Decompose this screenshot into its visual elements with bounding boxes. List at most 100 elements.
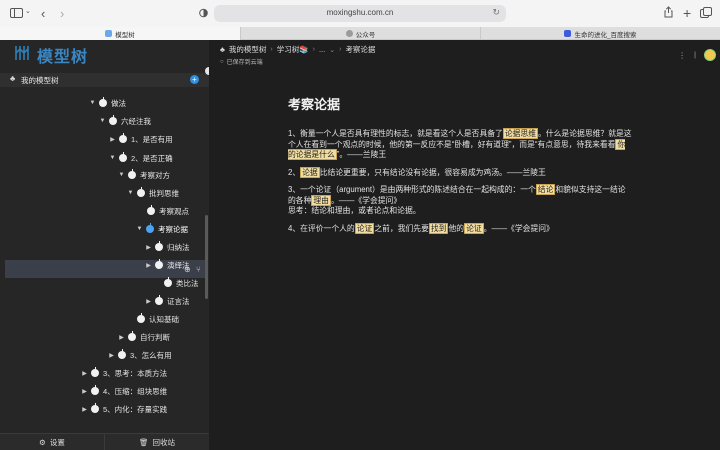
paragraph-text: 1、衡量一个人是否具有理性的标志，就是看这个人是否具备了 — [288, 129, 503, 138]
branch-icon[interactable]: ⑂ — [196, 265, 201, 274]
sidebar-scrollbar[interactable] — [205, 215, 208, 299]
paragraph[interactable]: 4、在评价一个人的 论证 之前，我们先要 找到 他的 论证 。——《学会提问》 — [288, 222, 633, 235]
tab-overview-icon[interactable] — [700, 7, 712, 18]
node-bullet-icon[interactable] — [119, 152, 127, 162]
privacy-shield-icon[interactable] — [199, 8, 208, 18]
node-bullet-icon[interactable] — [109, 115, 117, 125]
tab-moxingshu[interactable]: 模型树 — [0, 27, 240, 40]
paragraph-text: 思考：结论和理由，或者论点和论据。 — [288, 206, 421, 215]
sidebar-toggle-icon[interactable] — [9, 7, 23, 19]
node-bullet-icon[interactable] — [119, 133, 127, 143]
caret-down-icon[interactable]: ▼ — [99, 118, 106, 124]
paragraph[interactable]: 2、 论据 比结论更重要，只有结论没有论据，很容易成为鸡汤。——兰陵王 — [288, 166, 633, 179]
breadcrumb-item-root[interactable]: 我的模型树 — [229, 44, 267, 55]
caret-right-icon[interactable]: ▶ — [145, 298, 152, 305]
node-bullet-icon[interactable] — [146, 223, 154, 233]
caret-right-icon[interactable]: ▶ — [81, 370, 88, 377]
tree-node[interactable]: ▶ 演绎法 — [145, 256, 190, 274]
save-status: ○ 已保存到云端 — [220, 57, 263, 67]
caret-right-icon[interactable]: ▶ — [145, 244, 152, 251]
highlighted-keyword: 论证 — [354, 222, 375, 234]
node-bullet-icon[interactable] — [147, 205, 155, 215]
sidebar: 模型树 ♣ 我的模型树 + ⊕ ⑂ ▼ 做法 ▼ 六经注我 ▶ 1、是否有用 ▼ 2、是否正确… — [0, 40, 209, 450]
tab-label: 公众号 — [355, 31, 376, 39]
caret-right-icon[interactable]: ▶ — [118, 334, 125, 341]
node-bullet-icon[interactable] — [155, 241, 163, 251]
tree-node[interactable]: ▼ 六经注我 — [99, 112, 151, 130]
caret-down-icon[interactable]: ▼ — [109, 155, 116, 161]
tree-node[interactable]: ▶ 自行判断 — [118, 328, 170, 346]
tree-node[interactable]: ▶ 证言法 — [145, 292, 190, 310]
node-bullet-icon[interactable] — [99, 97, 107, 107]
app-logo[interactable]: 模型树 — [13, 43, 88, 67]
cloud-save-icon: ○ — [220, 58, 224, 65]
caret-right-icon[interactable]: ▶ — [81, 406, 88, 413]
paragraph[interactable]: 3、一个论证（argument）是由两种形式的陈述结合在一起构成的：一个 结论 和貌… — [288, 184, 633, 217]
node-bullet-icon[interactable] — [137, 187, 145, 197]
breadcrumb-item-ellipsis[interactable]: ... — [319, 45, 325, 54]
tree-node[interactable]: ▼ 考察论据 — [136, 220, 188, 238]
tab-gongzhonghao[interactable]: 公众号 — [240, 27, 480, 40]
node-bullet-icon[interactable] — [91, 403, 99, 413]
node-bullet-icon[interactable] — [128, 331, 136, 341]
tree-node[interactable]: 类比法 — [154, 274, 199, 292]
node-bullet-icon[interactable] — [91, 385, 99, 395]
chevron-down-icon[interactable]: ⌄ — [25, 8, 31, 15]
node-bullet-icon[interactable] — [155, 295, 163, 305]
caret-down-icon[interactable]: ▼ — [136, 226, 143, 232]
tree-node[interactable]: ▶ 5、内化：存量实践 — [81, 400, 167, 418]
tab-baidu[interactable]: 生命的进化_百度搜索 — [480, 27, 720, 40]
node-bullet-icon[interactable] — [137, 313, 145, 323]
tree-node[interactable]: ▼ 批判思维 — [127, 184, 179, 202]
tree-node[interactable]: ▶ 3、怎么有用 — [108, 346, 172, 364]
node-bullet-icon[interactable] — [155, 259, 163, 269]
reload-icon[interactable]: ↻ — [492, 7, 500, 18]
highlighted-keyword: 论据 — [300, 166, 320, 178]
caret-down-icon[interactable]: ▼ — [118, 172, 125, 178]
node-bullet-icon[interactable] — [128, 169, 136, 179]
page-title[interactable]: 考察论据 — [288, 94, 633, 113]
caret-right-icon[interactable]: ▶ — [81, 388, 88, 395]
caret-right-icon[interactable]: ▶ — [109, 136, 116, 143]
tree-node[interactable]: ▼ 做法 — [89, 94, 126, 112]
share-icon[interactable] — [664, 6, 673, 18]
document-body[interactable]: 1、衡量一个人是否具有理性的标志，就是看这个人是否具备了 论据思维 。什么是论据思维… — [288, 128, 633, 235]
trash-button[interactable]: 🗑 回收站 — [105, 434, 209, 450]
tree-node[interactable]: ▼ 2、是否正确 — [109, 149, 173, 167]
tree-node[interactable]: ▼ 考察对方 — [118, 166, 170, 184]
highlighted-keyword: 论据思维 — [502, 128, 539, 139]
back-icon[interactable]: ‹ — [41, 7, 45, 20]
tree-node[interactable]: ▶ 3、思考：本质方法 — [81, 364, 167, 382]
caret-down-icon[interactable]: ▼ — [127, 190, 134, 196]
breadcrumb-item-study[interactable]: 学习树📚 — [277, 44, 309, 55]
more-options-icon[interactable]: ⋮ — [678, 51, 686, 60]
caret-right-icon[interactable]: ▶ — [145, 262, 152, 269]
settings-label: 设置 — [49, 437, 65, 447]
node-bullet-icon[interactable] — [118, 349, 126, 359]
tree-node[interactable]: ▶ 4、压缩：组块思维 — [81, 382, 167, 400]
top-right-controls: ⋮ | — [678, 49, 716, 61]
settings-button[interactable]: ⚙ 设置 — [0, 434, 105, 450]
caret-right-icon[interactable]: ▶ — [108, 352, 115, 359]
tree-node[interactable]: ▶ 归纳法 — [145, 238, 190, 256]
node-bullet-icon[interactable] — [91, 367, 99, 377]
my-tree-header[interactable]: ♣ 我的模型树 + — [0, 73, 209, 87]
main-panel: ♣ 我的模型树 › 学习树📚 › ... ⌄ › 考察论据 ○ 已保存到云端 ⋮… — [209, 40, 720, 450]
caret-down-icon[interactable]: ▼ — [89, 100, 96, 106]
address-bar[interactable]: moxingshu.com.cn ↻ — [214, 5, 506, 22]
paragraph-text: 3、一个论证（argument）是由两种形式的陈述结合在一起构成的：一个 — [288, 185, 536, 194]
dropdown-icon[interactable]: | — [694, 52, 696, 59]
tree-node[interactable]: ▶ 1、是否有用 — [109, 130, 173, 148]
avatar[interactable] — [704, 49, 716, 61]
forward-icon[interactable]: › — [60, 7, 64, 20]
new-tab-icon[interactable]: + — [683, 6, 691, 20]
paragraph[interactable]: 1、衡量一个人是否具有理性的标志，就是看这个人是否具备了 论据思维 。什么是论据思维… — [288, 128, 633, 161]
document: 考察论据 1、衡量一个人是否具有理性的标志，就是看这个人是否具备了 论据思维 。什么… — [288, 94, 633, 241]
paragraph-text: ”。——兰陵王 — [336, 150, 387, 159]
add-node-button[interactable]: + — [190, 75, 199, 84]
node-bullet-icon[interactable] — [164, 277, 172, 287]
tree-node[interactable]: 认知基础 — [127, 310, 179, 328]
tree-node[interactable]: 考察观点 — [137, 202, 189, 220]
tab-label: 生命的进化_百度搜索 — [574, 31, 637, 39]
breadcrumb-item-current[interactable]: 考察论据 — [345, 44, 375, 55]
